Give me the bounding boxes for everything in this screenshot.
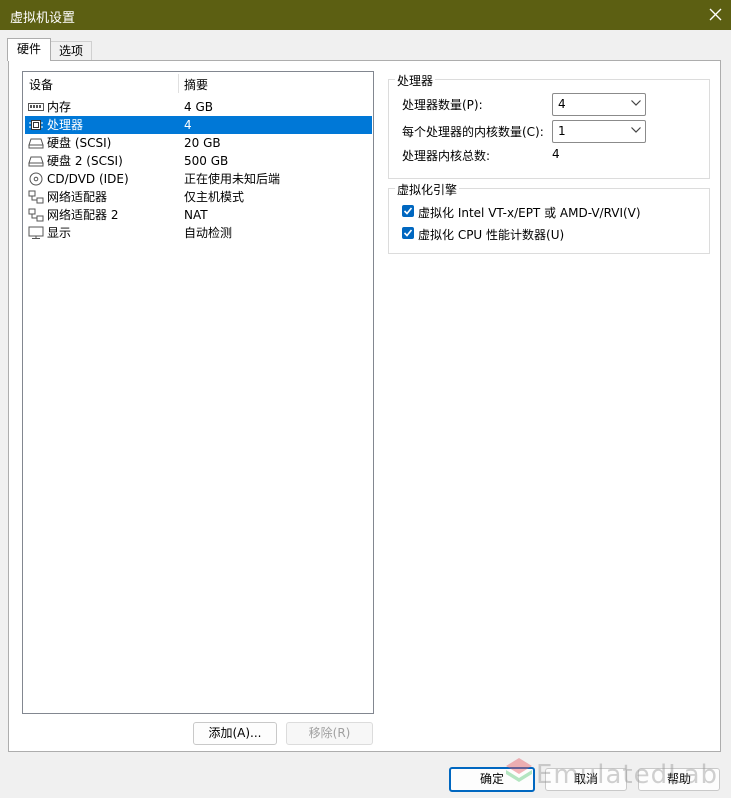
virtualization-group-legend: 虚拟化引擎 [395, 181, 460, 198]
virtualization-engine-group: 虚拟化引擎 虚拟化 Intel VT-x/EPT 或 AMD-V/RVI(V) … [388, 181, 710, 254]
device-name: 硬盘 (SCSI) [47, 136, 112, 150]
cd-dvd-icon [29, 172, 43, 186]
device-row-hard-disk[interactable]: 硬盘 (SCSI) 20 GB [25, 134, 372, 152]
window-title: 虚拟机设置 [10, 11, 76, 26]
device-list[interactable]: 设备 摘要 内存 4 GB 处理器 4 硬盘 (SCSI) 20 GB 硬盘 2… [22, 71, 374, 714]
tab-hardware[interactable]: 硬件 [7, 38, 51, 61]
total-cores-value: 4 [552, 147, 560, 161]
column-header-summary[interactable]: 摘要 [184, 76, 208, 93]
tab-options[interactable]: 选项 [50, 41, 92, 60]
device-summary: 仅主机模式 [184, 190, 245, 204]
close-button[interactable] [701, 0, 731, 30]
hard-disk-icon [28, 138, 44, 149]
device-name: 显示 [47, 226, 72, 240]
close-icon [709, 8, 722, 21]
device-row-network-adapter-2[interactable]: 网络适配器 2 NAT [25, 206, 372, 224]
processor-count-value: 4 [558, 97, 566, 111]
cores-per-processor-select[interactable]: 1 [552, 120, 646, 143]
device-name: CD/DVD (IDE) [47, 172, 129, 186]
device-name: 网络适配器 [47, 190, 108, 204]
vtx-checkbox[interactable] [402, 205, 414, 217]
total-cores-label: 处理器内核总数: [402, 149, 491, 163]
processor-icon [29, 120, 43, 130]
cpu-counter-checkbox-label[interactable]: 虚拟化 CPU 性能计数器(U) [418, 226, 564, 243]
processor-group-legend: 处理器 [395, 72, 436, 89]
device-row-display[interactable]: 显示 自动检测 [25, 224, 372, 242]
cpu-counter-checkbox[interactable] [402, 227, 414, 239]
column-header-device[interactable]: 设备 [29, 76, 53, 93]
device-name: 硬盘 2 (SCSI) [47, 154, 123, 168]
device-summary: 正在使用未知后端 [184, 172, 281, 186]
cores-per-processor-value: 1 [558, 124, 566, 138]
processor-group: 处理器 处理器数量(P): 4 每个处理器的内核数量(C): 1 处理器内核总数… [388, 72, 710, 179]
vtx-checkbox-label[interactable]: 虚拟化 Intel VT-x/EPT 或 AMD-V/RVI(V) [418, 204, 641, 221]
hard-disk-icon [28, 156, 44, 167]
device-row-processor[interactable]: 处理器 4 [25, 116, 372, 134]
device-row-hard-disk-2[interactable]: 硬盘 2 (SCSI) 500 GB [25, 152, 372, 170]
device-summary: 500 GB [184, 154, 229, 168]
column-divider[interactable] [178, 74, 179, 93]
device-row-memory[interactable]: 内存 4 GB [25, 98, 372, 116]
device-summary: 4 [184, 118, 192, 132]
network-adapter-icon [28, 208, 44, 222]
device-summary: 20 GB [184, 136, 221, 150]
chevron-down-icon [631, 100, 641, 106]
memory-icon [28, 103, 44, 111]
device-summary: 自动检测 [184, 226, 233, 240]
checkmark-icon [403, 229, 413, 237]
watermark: EmulatedLab [536, 760, 719, 790]
device-row-cd-dvd[interactable]: CD/DVD (IDE) 正在使用未知后端 [25, 170, 372, 188]
add-device-button[interactable]: 添加(A)... [193, 722, 277, 745]
network-adapter-icon [28, 190, 44, 204]
device-name: 内存 [47, 100, 72, 114]
device-name: 网络适配器 2 [47, 208, 119, 222]
processor-count-select[interactable]: 4 [552, 93, 646, 116]
device-row-network-adapter[interactable]: 网络适配器 仅主机模式 [25, 188, 372, 206]
watermark-logo-icon [506, 758, 532, 782]
title-bar: 虚拟机设置 [0, 0, 731, 30]
device-summary: 4 GB [184, 100, 213, 114]
checkmark-icon [403, 207, 413, 215]
chevron-down-icon [631, 127, 641, 133]
display-icon [28, 226, 44, 239]
processor-count-label: 处理器数量(P): [402, 98, 483, 112]
device-name: 处理器 [47, 118, 84, 132]
remove-device-button[interactable]: 移除(R) [286, 722, 373, 745]
cores-per-processor-label: 每个处理器的内核数量(C): [402, 125, 544, 139]
device-summary: NAT [184, 208, 208, 222]
device-list-header: 设备 摘要 [23, 72, 373, 94]
